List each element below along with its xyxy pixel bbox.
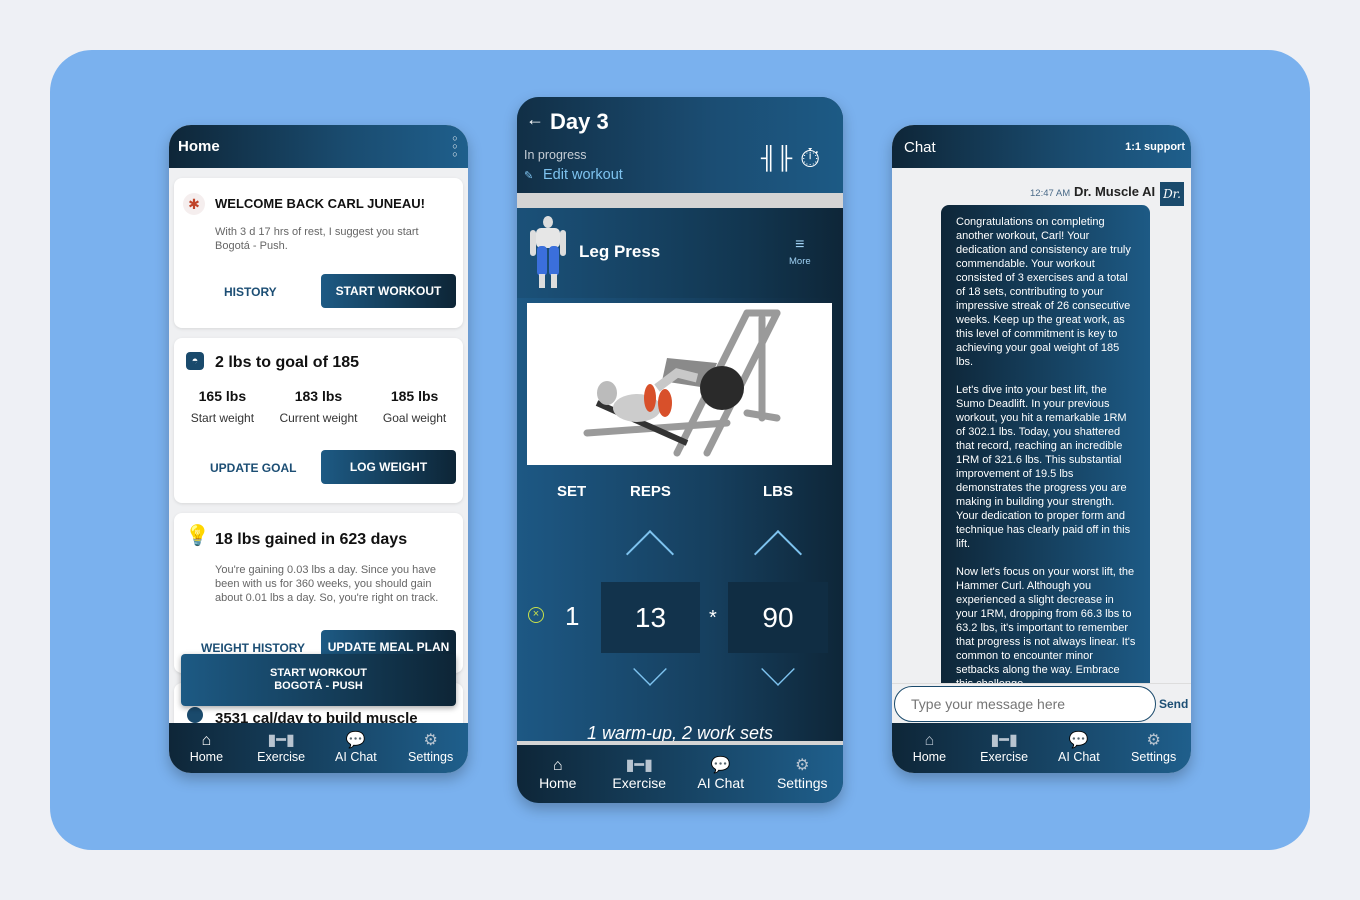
message-input[interactable] (894, 686, 1156, 722)
nav-ai-chat[interactable]: 💬 AI Chat (319, 723, 394, 773)
set-number: 1 (565, 601, 580, 631)
lbs-increase-chevron-icon[interactable] (753, 529, 803, 579)
gain-text: You're gaining 0.03 lbs a day. Since you… (215, 564, 439, 604)
gear-icon: ⚙ (423, 732, 438, 749)
nav-exercise[interactable]: ▮━▮ Exercise (967, 723, 1042, 773)
page-title: Chat (904, 139, 936, 156)
lbs-decrease-chevron-icon[interactable] (761, 652, 795, 686)
workout-title: Day 3 (550, 109, 609, 134)
weight-history-link[interactable]: WEIGHT HISTORY (201, 641, 305, 655)
dumbbell-icon: ▮━▮ (625, 757, 653, 774)
update-goal-link[interactable]: UPDATE GOAL (210, 461, 296, 475)
gain-title: 18 lbs gained in 623 days (215, 531, 408, 548)
more-options-icon[interactable]: ○ ○ ○ (451, 134, 459, 159)
nav-home[interactable]: ⌂ Home (169, 723, 244, 773)
goal-title: 2 lbs to goal of 185 (215, 354, 360, 371)
plate-icon[interactable]: ╢╟ (761, 145, 792, 171)
stopwatch-icon[interactable]: ⏱ (800, 143, 820, 175)
composer: Send (892, 683, 1191, 723)
welcome-card: ✱ WELCOME BACK CARL JUNEAU! With 3 d 17 … (174, 178, 463, 328)
nav-ai-chat[interactable]: 💬 AI Chat (1042, 723, 1117, 773)
set-header: SET (557, 483, 587, 500)
home-header: Home ○ ○ ○ (169, 125, 468, 168)
welcome-title: WELCOME BACK CARL JUNEAU! (215, 196, 425, 211)
welcome-text: With 3 d 17 hrs of rest, I suggest you s… (215, 226, 419, 252)
vitruvian-icon: ✱ (183, 193, 205, 215)
gear-icon: ⚙ (1146, 732, 1161, 749)
home-icon: ⌂ (924, 732, 935, 749)
divider-strip (517, 193, 843, 208)
home-icon: ⌂ (201, 732, 212, 749)
workout-header: ← Day 3 In progress ✎ Edit workout ╢╟ ⏱ (517, 97, 843, 193)
exercise-name: Leg Press (579, 242, 661, 261)
scale-icon: ◓ (186, 352, 204, 370)
dumbbell-icon: ▮━▮ (990, 732, 1018, 749)
pencil-icon: ✎ (524, 170, 534, 182)
delete-set-icon[interactable]: × (528, 607, 544, 623)
nav-ai-chat[interactable]: 💬 AI Chat (680, 745, 762, 803)
home-screen: Home ○ ○ ○ ✱ WELCOME BACK CARL JUNEAU! Wit… (169, 125, 468, 773)
floating-start-workout-button[interactable]: START WORKOUT BOGOTÁ - PUSH (181, 654, 456, 706)
exercise-header: Leg Press ≡ More (517, 208, 843, 298)
muscle-diagram-icon (530, 216, 566, 288)
page-title: Home (178, 138, 220, 155)
avatar: Dr. (1160, 182, 1184, 206)
nav-exercise[interactable]: ▮━▮ Exercise (599, 745, 681, 803)
ai-message-bubble: Congratulations on completing another wo… (941, 205, 1150, 683)
sender-name: Dr. Muscle AI (1074, 184, 1156, 199)
message-paragraph: Let's dive into your best lift, the Sumo… (956, 384, 1131, 550)
stat-goal: 185 lbs Goal weight (382, 388, 447, 425)
weight-goal-card: ◓ 2 lbs to goal of 185 165 lbs Start weig… (174, 338, 463, 503)
nav-settings[interactable]: ⚙ Settings (762, 745, 844, 803)
back-arrow-icon[interactable]: ← (526, 109, 544, 130)
message-paragraph: Now let's focus on your worst lift, the … (956, 566, 1136, 683)
more-menu-button[interactable]: ≡ More (789, 236, 811, 268)
leg-press-illustration (583, 309, 781, 457)
weight-stats: 165 lbs Start weight 183 lbs Current weigh… (174, 388, 463, 425)
reps-header: REPS (630, 483, 671, 500)
hamburger-icon: ≡ (795, 236, 805, 253)
stat-start: 165 lbs Start weight (190, 388, 255, 425)
message-time: 12:47 AM (1030, 188, 1071, 199)
nav-exercise[interactable]: ▮━▮ Exercise (244, 723, 319, 773)
bottom-nav: ⌂ Home ▮━▮ Exercise 💬 AI Chat ⚙ Settings (892, 723, 1191, 773)
message-paragraph: Congratulations on completing another wo… (956, 216, 1131, 368)
lbs-input[interactable]: 90 (728, 582, 828, 653)
chat-icon: 💬 (345, 732, 366, 749)
workout-screen: ← Day 3 In progress ✎ Edit workout ╢╟ ⏱ … (517, 97, 843, 803)
apple-icon (187, 707, 203, 723)
nav-home[interactable]: ⌂ Home (892, 723, 967, 773)
home-icon: ⌂ (552, 757, 563, 774)
edit-workout-link[interactable]: Edit workout (543, 167, 623, 183)
lightbulb-icon: 💡 (185, 525, 210, 547)
gear-icon: ⚙ (795, 757, 810, 774)
chat-header: Chat 1:1 support (892, 125, 1191, 168)
reps-increase-chevron-icon[interactable] (625, 529, 675, 579)
support-link[interactable]: 1:1 support (1125, 141, 1185, 153)
reps-input[interactable]: 13 (601, 582, 700, 653)
stat-current: 183 lbs Current weight (279, 388, 358, 425)
lbs-header: LBS (763, 483, 793, 500)
bottom-nav: ⌂ Home ▮━▮ Exercise 💬 AI Chat ⚙ Settings (169, 723, 468, 773)
chat-icon: 💬 (710, 757, 731, 774)
nav-home[interactable]: ⌂ Home (517, 745, 599, 803)
reps-decrease-chevron-icon[interactable] (633, 652, 667, 686)
dumbbell-icon: ▮━▮ (267, 732, 295, 749)
chat-icon: 💬 (1068, 732, 1089, 749)
weight-gain-card: 💡 18 lbs gained in 623 days You're gaini… (174, 513, 463, 673)
workout-status: In progress (524, 148, 587, 162)
nav-settings[interactable]: ⚙ Settings (393, 723, 468, 773)
nav-settings[interactable]: ⚙ Settings (1116, 723, 1191, 773)
log-weight-button[interactable]: LOG WEIGHT (321, 450, 456, 484)
bottom-nav: ⌂ Home ▮━▮ Exercise 💬 AI Chat ⚙ Settings (517, 745, 843, 803)
start-workout-button[interactable]: START WORKOUT (321, 274, 456, 308)
exercise-image (527, 303, 832, 465)
send-button[interactable]: Send (1159, 697, 1188, 711)
history-link[interactable]: HISTORY (224, 285, 277, 299)
chat-screen: Chat 1:1 support 12:47 AM Dr. Muscle AI … (892, 125, 1191, 773)
times-symbol: * (709, 607, 717, 629)
